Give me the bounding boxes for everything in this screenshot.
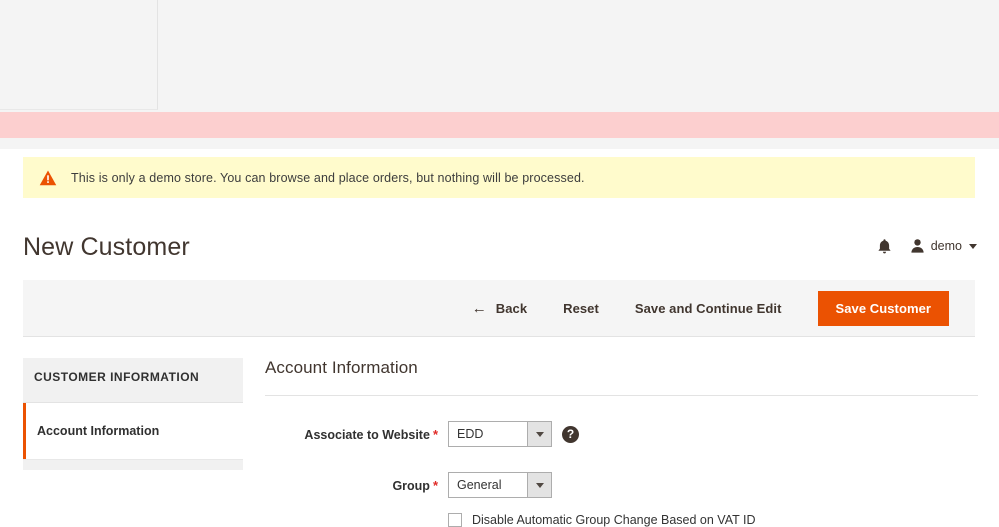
gray-separator-strip: [0, 138, 999, 149]
demo-store-banner: This is only a demo store. You can brows…: [23, 157, 975, 198]
group-select[interactable]: General: [448, 472, 552, 498]
question-mark-icon[interactable]: ?: [562, 425, 579, 443]
notifications-button[interactable]: [874, 234, 896, 258]
field-group: Group * General: [265, 472, 978, 498]
disable-automatic-group-change-row: Disable Automatic Group Change Based on …: [448, 513, 978, 527]
chevron-down-icon: [527, 422, 551, 446]
associate-to-website-value: EDD: [457, 427, 484, 441]
account-information-panel: Account Information Associate to Website…: [265, 358, 978, 527]
save-and-continue-edit-button[interactable]: Save and Continue Edit: [635, 293, 782, 324]
field-label-associate-to-website: Associate to Website *: [265, 427, 448, 442]
back-button-label: Back: [495, 300, 528, 316]
pink-alert-strip: [0, 112, 999, 138]
top-chrome-left-panel: [0, 0, 158, 110]
customer-information-sidebar: CUSTOMER INFORMATION Account Information: [23, 358, 243, 470]
back-arrow-icon: ←: [471, 299, 487, 317]
required-indicator: *: [432, 477, 438, 493]
section-heading: Account Information: [265, 358, 978, 396]
header-actions: demo: [874, 234, 977, 258]
sidebar-item-label: Account Information: [37, 424, 160, 438]
bell-icon: [878, 238, 891, 253]
associate-to-website-select[interactable]: EDD: [448, 421, 552, 447]
warning-triangle-icon: [39, 169, 57, 185]
field-associate-to-website: Associate to Website * EDD ?: [265, 421, 978, 447]
page-title: New Customer: [23, 233, 190, 261]
save-customer-button[interactable]: Save Customer: [817, 290, 949, 326]
back-button[interactable]: ← Back: [472, 293, 527, 324]
sidebar-item-account-information[interactable]: Account Information: [23, 403, 243, 459]
user-avatar-icon: [911, 239, 924, 253]
required-indicator: *: [432, 426, 438, 442]
field-label-text: Group: [392, 478, 430, 493]
reset-button[interactable]: Reset: [563, 293, 599, 324]
page-actions-toolbar: ← Back Reset Save and Continue Edit Save…: [23, 280, 975, 337]
save-and-continue-edit-label: Save and Continue Edit: [634, 300, 782, 316]
top-chrome-area: [0, 0, 999, 112]
demo-store-banner-text: This is only a demo store. You can brows…: [71, 170, 585, 185]
user-menu-label: demo: [930, 239, 962, 253]
user-menu[interactable]: demo: [910, 238, 977, 254]
disable-automatic-group-change-label[interactable]: Disable Automatic Group Change Based on …: [472, 513, 756, 527]
sidebar-footer: [23, 459, 243, 470]
chevron-down-icon: [527, 473, 551, 497]
field-label-text: Associate to Website: [304, 427, 430, 442]
sidebar-title: CUSTOMER INFORMATION: [23, 358, 243, 403]
reset-button-label: Reset: [563, 300, 599, 316]
chevron-down-icon: [969, 243, 977, 249]
group-value: General: [457, 478, 502, 492]
disable-automatic-group-change-checkbox[interactable]: [448, 513, 462, 527]
field-label-group: Group *: [265, 478, 448, 493]
